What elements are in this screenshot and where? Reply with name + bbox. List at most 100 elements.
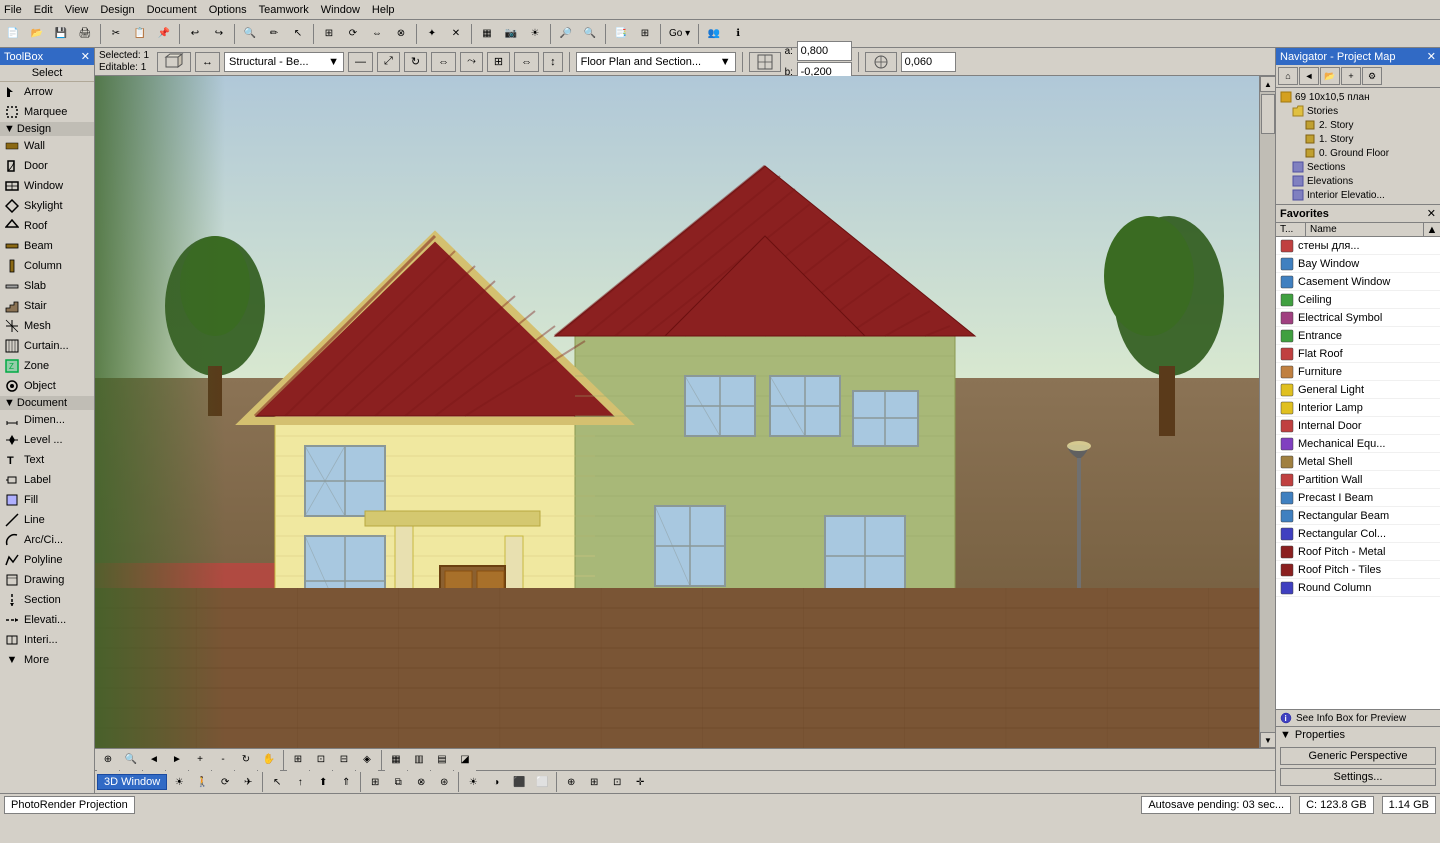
generic-perspective-btn[interactable]: Generic Perspective: [1280, 747, 1436, 765]
nav-elevations[interactable]: Elevations: [1278, 174, 1438, 188]
bt-zoom-all[interactable]: ⊕: [97, 749, 119, 771]
tool-arc[interactable]: Arc/Ci...: [0, 530, 94, 550]
tool-roof[interactable]: Roof: [0, 216, 94, 236]
fav-item-18[interactable]: Roof Pitch - Tiles: [1276, 561, 1440, 579]
open-btn[interactable]: 📂: [26, 23, 48, 45]
paste-btn[interactable]: 📌: [153, 23, 175, 45]
menu-file[interactable]: File: [4, 4, 22, 16]
goto-btn[interactable]: Go ▾: [665, 23, 694, 45]
tool-level[interactable]: Level ...: [0, 430, 94, 450]
section2-btn[interactable]: ⧉: [387, 771, 409, 793]
vertical-scrollbar[interactable]: ▲ ▼: [1259, 76, 1275, 748]
fly-btn[interactable]: ✈: [237, 771, 259, 793]
link-btn[interactable]: ⇔: [514, 52, 539, 72]
stretch-btn[interactable]: ⇔: [431, 52, 456, 72]
nav-sections[interactable]: Sections: [1278, 160, 1438, 174]
wire-btn[interactable]: ⬜: [531, 771, 553, 793]
save-btn[interactable]: 💾: [50, 23, 72, 45]
structural-dropdown[interactable]: Structural - Be... ▼: [224, 52, 344, 72]
transform-btn[interactable]: ⊞: [318, 23, 340, 45]
jump-btn[interactable]: ⇑: [335, 771, 357, 793]
coord-a[interactable]: [797, 41, 852, 61]
nav-story-1[interactable]: 1. Story: [1278, 132, 1438, 146]
nav-settings[interactable]: ⚙: [1362, 67, 1382, 85]
walk2-btn[interactable]: ↑: [289, 771, 311, 793]
dash-btn[interactable]: —: [348, 52, 373, 72]
redo-btn[interactable]: ↪: [208, 23, 230, 45]
fav-item-3[interactable]: Ceiling: [1276, 291, 1440, 309]
tool-column[interactable]: Column: [0, 256, 94, 276]
fav-item-4[interactable]: Electrical Symbol: [1276, 309, 1440, 327]
favorites-footer[interactable]: i See Info Box for Preview: [1276, 709, 1440, 726]
fav-item-7[interactable]: Furniture: [1276, 363, 1440, 381]
nav-story-2[interactable]: 2. Story: [1278, 118, 1438, 132]
orbit-btn[interactable]: ⟳: [214, 771, 236, 793]
flip-btn[interactable]: ⤢: [377, 52, 400, 72]
nav-folder-open[interactable]: 📂: [1320, 67, 1340, 85]
fav-item-0[interactable]: стены для...: [1276, 237, 1440, 255]
nav-story-0[interactable]: 0. Ground Floor: [1278, 146, 1438, 160]
fav-item-1[interactable]: Bay Window: [1276, 255, 1440, 273]
cursor-btn[interactable]: ↖: [287, 23, 309, 45]
sun2-btn[interactable]: ☀: [462, 771, 484, 793]
menu-options[interactable]: Options: [209, 4, 247, 16]
magic-btn[interactable]: ✦: [421, 23, 443, 45]
bt-display4[interactable]: ◪: [454, 749, 476, 771]
navigator-close-icon[interactable]: ✕: [1427, 50, 1436, 63]
zoom-out-btn[interactable]: 🔍: [579, 23, 601, 45]
layers-btn[interactable]: 📑: [610, 23, 632, 45]
tool-label[interactable]: Label: [0, 470, 94, 490]
info-btn[interactable]: ℹ: [727, 23, 749, 45]
fav-item-12[interactable]: Metal Shell: [1276, 453, 1440, 471]
grid-btn[interactable]: ⊞: [634, 23, 656, 45]
bt-select3[interactable]: ⊟: [333, 749, 355, 771]
2d-view-btn[interactable]: ↔: [195, 52, 220, 72]
tool-arrow[interactable]: Arrow: [0, 82, 94, 102]
close-btn[interactable]: ✕: [445, 23, 467, 45]
settings-btn[interactable]: Settings...: [1280, 768, 1436, 786]
tool-section[interactable]: Section: [0, 590, 94, 610]
zoom-fit-btn[interactable]: ⊞: [487, 52, 510, 72]
zoom-in-btn[interactable]: 🔎: [555, 23, 577, 45]
tool-dimen[interactable]: Dimen...: [0, 410, 94, 430]
tool-mesh[interactable]: Mesh: [0, 316, 94, 336]
tool-door[interactable]: Door: [0, 156, 94, 176]
tool-zone[interactable]: Z Zone: [0, 356, 94, 376]
menu-design[interactable]: Design: [100, 4, 134, 16]
snap3-btn[interactable]: ⊡: [606, 771, 628, 793]
bt-zoom-out[interactable]: -: [212, 749, 234, 771]
bt-zoom-in[interactable]: +: [189, 749, 211, 771]
fav-item-5[interactable]: Entrance: [1276, 327, 1440, 345]
fav-item-6[interactable]: Flat Roof: [1276, 345, 1440, 363]
bt-display1[interactable]: ▦: [385, 749, 407, 771]
floor-plan-dropdown[interactable]: Floor Plan and Section... ▼: [576, 52, 736, 72]
tool-beam[interactable]: Beam: [0, 236, 94, 256]
nav-interior-elev[interactable]: Interior Elevatio...: [1278, 188, 1438, 202]
offset-btn[interactable]: ⊗: [390, 23, 412, 45]
grid2-btn[interactable]: ⊞: [583, 771, 605, 793]
fav-item-14[interactable]: Precast I Beam: [1276, 489, 1440, 507]
fav-item-10[interactable]: Internal Door: [1276, 417, 1440, 435]
move-btn[interactable]: ↕: [543, 52, 563, 72]
cutplane-btn[interactable]: ⊗: [410, 771, 432, 793]
tool-skylight[interactable]: Skylight: [0, 196, 94, 216]
bt-select1[interactable]: ⊞: [287, 749, 309, 771]
menu-document[interactable]: Document: [147, 4, 197, 16]
bt-orbit[interactable]: ↻: [235, 749, 257, 771]
bt-zoom-fit[interactable]: 🔍: [120, 749, 142, 771]
tool-fill[interactable]: Fill: [0, 490, 94, 510]
rotate-btn[interactable]: ⟳: [342, 23, 364, 45]
bt-zoom-next[interactable]: ►: [166, 749, 188, 771]
tool-interior[interactable]: Interi...: [0, 630, 94, 650]
teamwork-btn[interactable]: 👥: [703, 23, 725, 45]
view-cam-btn[interactable]: 📷: [500, 23, 522, 45]
tool-elevation[interactable]: Elevati...: [0, 610, 94, 630]
section-document[interactable]: ▼ Document: [0, 396, 94, 410]
fav-item-19[interactable]: Round Column: [1276, 579, 1440, 597]
menu-view[interactable]: View: [65, 4, 89, 16]
nav-home[interactable]: ⌂: [1278, 67, 1298, 85]
find-btn[interactable]: 🔍: [239, 23, 261, 45]
cycle-btn[interactable]: ↻: [404, 52, 427, 72]
tool-text[interactable]: T Text: [0, 450, 94, 470]
toolbox-select[interactable]: Select: [0, 65, 94, 82]
